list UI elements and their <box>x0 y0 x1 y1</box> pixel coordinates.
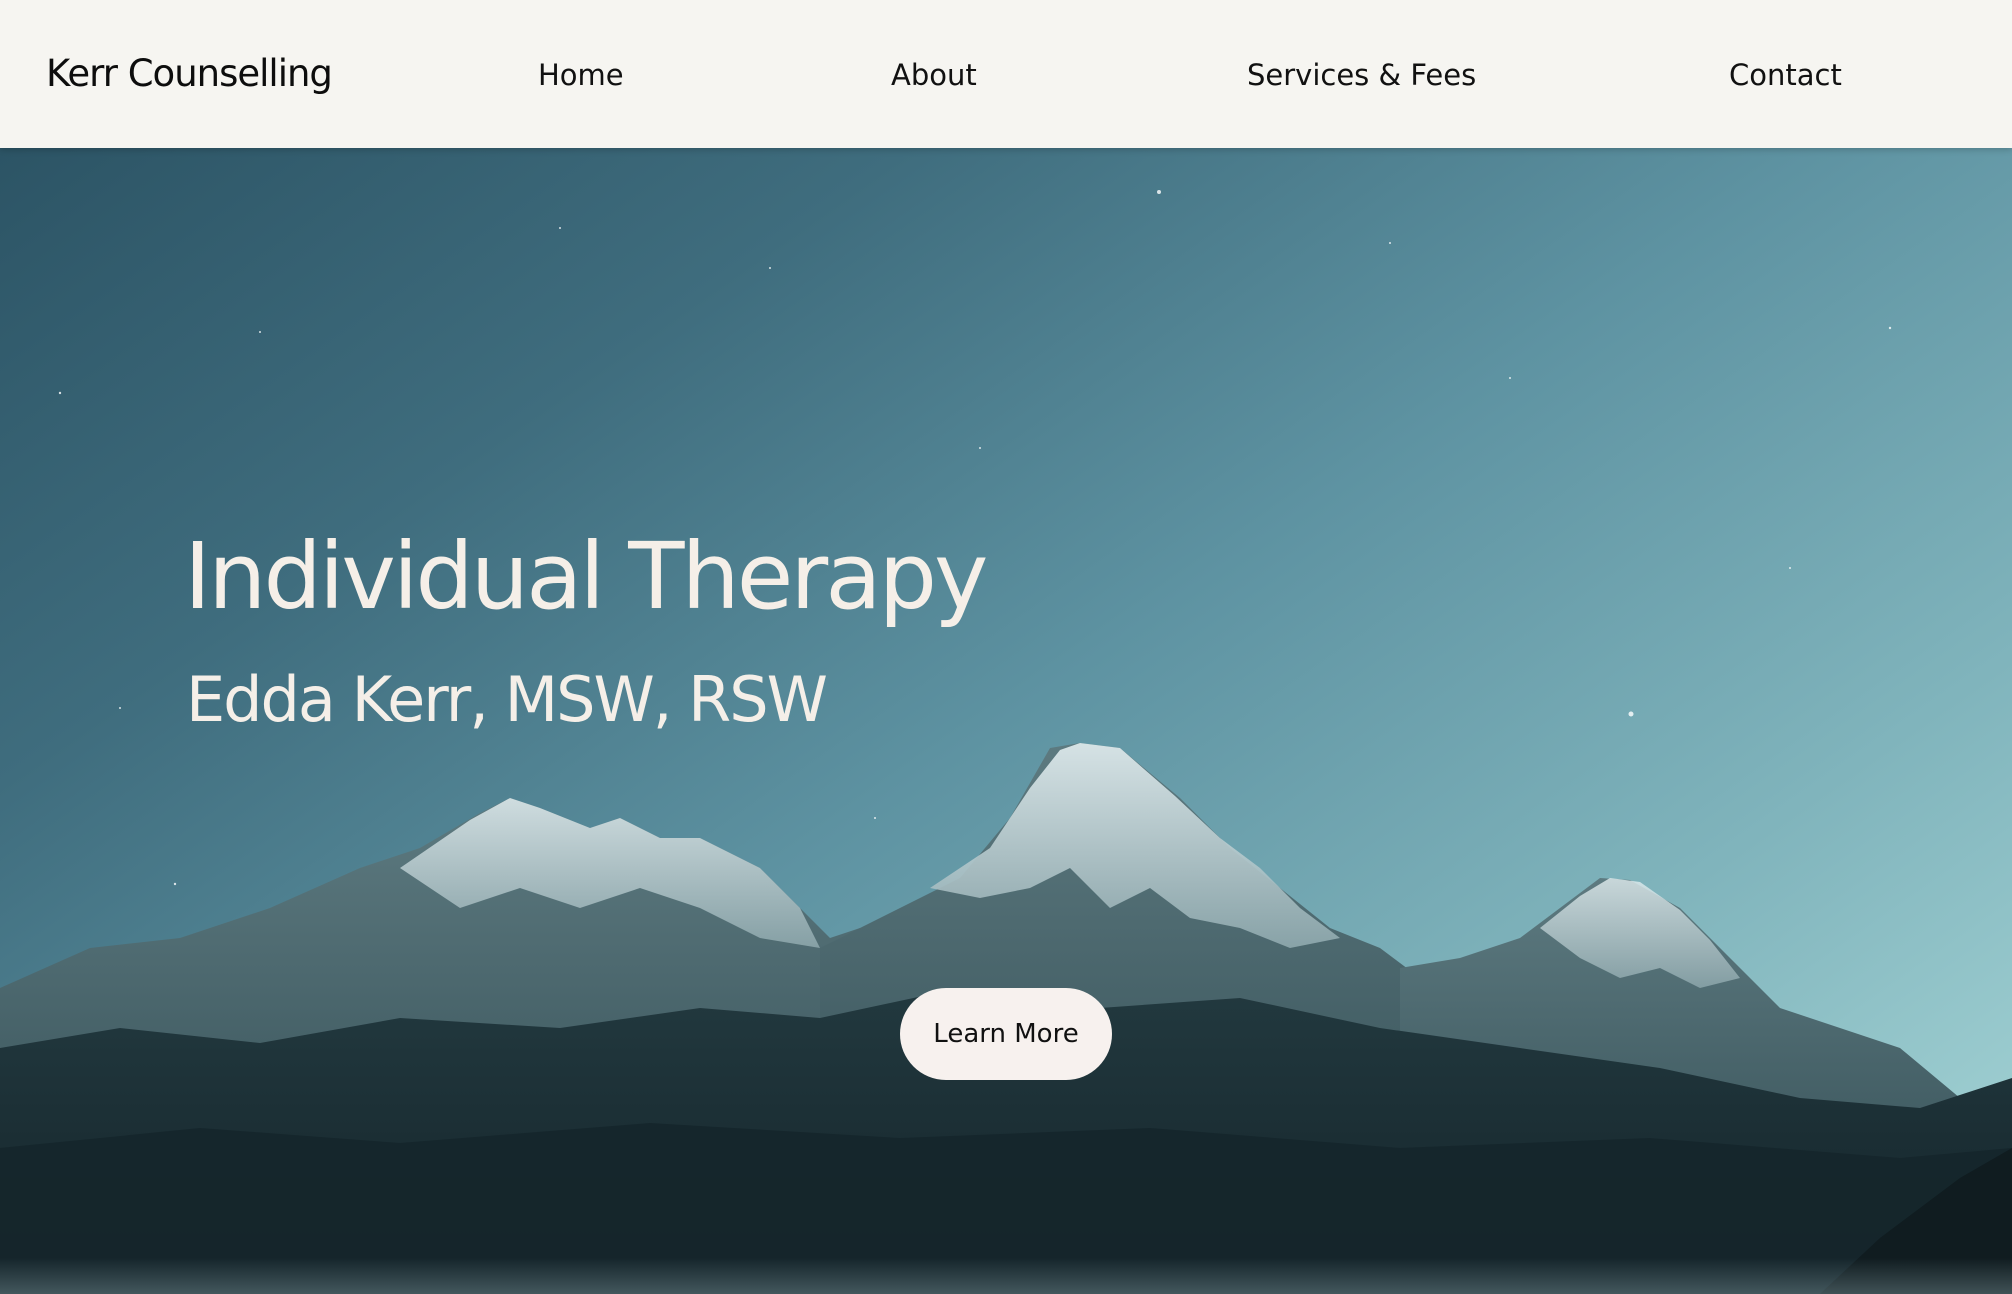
nav-link-services-fees[interactable]: Services & Fees <box>1247 58 1476 92</box>
hero-subtitle: Edda Kerr, MSW, RSW <box>186 663 828 736</box>
hero-section: Individual Therapy Edda Kerr, MSW, RSW L… <box>0 148 2012 1294</box>
nav-link-about[interactable]: About <box>891 58 977 92</box>
site-header: Kerr Counselling Home About Services & F… <box>0 0 2012 148</box>
brand-logo[interactable]: Kerr Counselling <box>46 52 333 95</box>
learn-more-button[interactable]: Learn More <box>900 988 1112 1080</box>
hero-title: Individual Therapy <box>184 523 988 630</box>
nav-link-contact[interactable]: Contact <box>1729 58 1842 92</box>
nav-link-home[interactable]: Home <box>538 58 624 92</box>
